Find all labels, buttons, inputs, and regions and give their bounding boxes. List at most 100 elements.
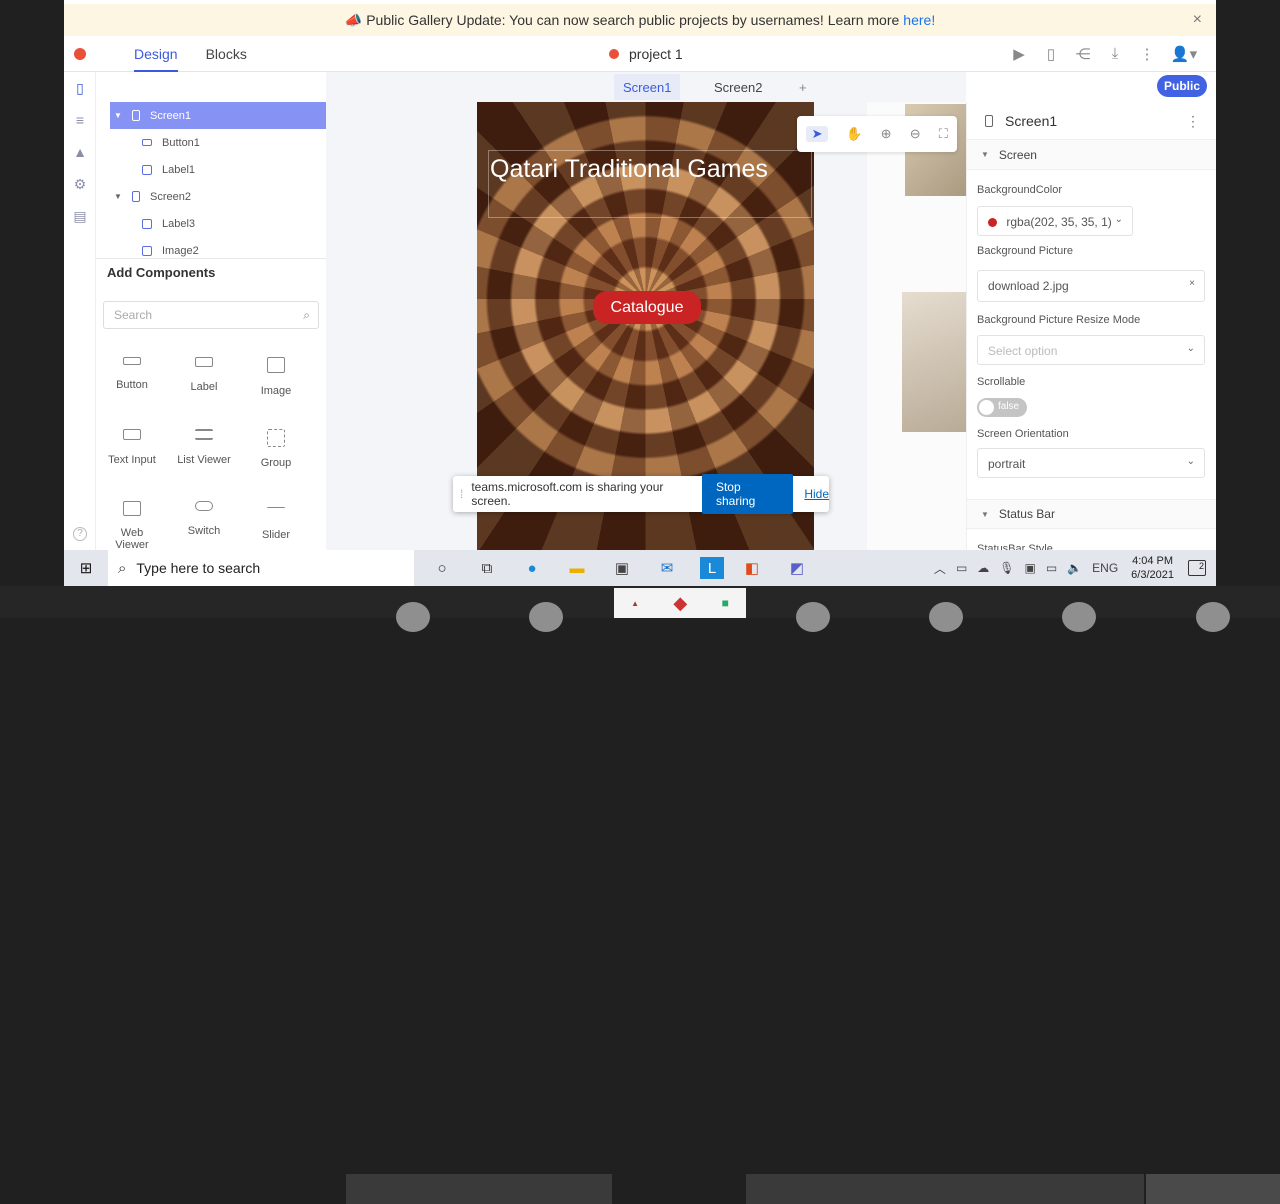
drag-handle-icon[interactable]: ⁞ [460, 487, 463, 501]
book-icon[interactable]: ▤ [64, 200, 96, 232]
background-color-select[interactable]: rgba(202, 35, 35, 1) ⌄ [977, 206, 1133, 236]
phone-icon[interactable]: ▯ [1042, 45, 1060, 63]
banner-learn-more-link[interactable]: here! [903, 12, 935, 28]
component-text-input[interactable]: Text Input [96, 429, 168, 466]
taskbar-clock[interactable]: 4:04 PM 6/3/2021 [1131, 554, 1174, 582]
onedrive-icon[interactable]: ☁ [977, 561, 989, 575]
caret-down-icon[interactable]: ▼ [114, 111, 126, 120]
teams-icon[interactable]: ◩ [780, 550, 814, 586]
label-icon [142, 164, 152, 175]
hand-icon[interactable]: ✋ [846, 126, 862, 142]
tray-app-icon[interactable]: ▣ [1025, 561, 1036, 575]
canvas-toolbar: ➤ ✋ ⊕ ⊖ ⛶ [797, 116, 957, 152]
orientation-select[interactable]: portrait ⌄ [977, 448, 1205, 478]
share-icon[interactable]: ⋲ [1074, 45, 1092, 63]
store-icon[interactable]: ▣ [605, 550, 639, 586]
zoom-in-icon[interactable]: ⊕ [881, 126, 892, 142]
school-logo: ◆ [673, 592, 688, 613]
image-icon[interactable]: ▲ [64, 136, 96, 168]
screen2-preview[interactable] [867, 102, 967, 550]
hide-link[interactable]: Hide [804, 487, 829, 501]
pointer-icon[interactable]: ➤ [806, 126, 829, 142]
gear-icon[interactable]: ⚙ [64, 168, 96, 200]
component-web-viewer[interactable]: Web Viewer [96, 501, 168, 551]
tree-item-label: Label1 [162, 163, 196, 176]
background-picture-value: download 2.jpg [988, 279, 1069, 293]
component-button[interactable]: Button [96, 357, 168, 391]
meet-now-icon[interactable]: ▭ [956, 561, 967, 575]
section-screen[interactable]: ▼ Screen [967, 140, 1216, 170]
scrollable-value: false [998, 401, 1020, 412]
tree-item-label3[interactable]: Label3 [96, 210, 326, 237]
toggle-knob [979, 400, 994, 415]
tab-blocks[interactable]: Blocks [206, 36, 247, 72]
taskbar-search[interactable]: ⌕ Type here to search [108, 550, 414, 586]
component-label: Web Viewer [115, 527, 149, 551]
fit-screen-icon[interactable]: ⛶ [939, 126, 948, 142]
tree-item-button1[interactable]: Button1 [96, 129, 326, 156]
properties-header: Screen1 [967, 102, 1216, 140]
file-explorer-icon[interactable]: ▬ [560, 550, 594, 586]
zoom-out-icon[interactable]: ⊖ [910, 126, 921, 142]
public-button[interactable]: Public [1157, 75, 1207, 97]
volume-icon[interactable]: 🔈 [1067, 561, 1082, 575]
tree-item-screen1[interactable]: ▼ Screen1 [110, 102, 326, 129]
notification-icon[interactable]: 2 [1188, 560, 1206, 576]
tree-item-image2[interactable]: Image2 [96, 237, 326, 257]
phone-icon[interactable]: ▯ [64, 72, 96, 104]
project-name: project 1 [629, 46, 683, 62]
background-picture-field[interactable]: download 2.jpg × [977, 270, 1205, 302]
language-indicator[interactable]: ENG [1092, 561, 1118, 575]
stop-sharing-button[interactable]: Stop sharing [701, 474, 794, 514]
tab-screen2[interactable]: Screen2 [705, 74, 771, 100]
clear-icon[interactable]: × [1189, 278, 1195, 289]
mic-icon[interactable]: 🎙 [999, 561, 1014, 575]
cortana-icon[interactable]: ○ [425, 550, 459, 586]
office-icon[interactable]: ◧ [735, 550, 769, 586]
scrollable-toggle[interactable]: false [977, 398, 1027, 417]
component-slider[interactable]: Slider [240, 501, 312, 541]
group-icon [267, 429, 285, 447]
text-input-icon [123, 429, 141, 440]
play-icon[interactable]: ▶ [1010, 45, 1028, 63]
help-icon[interactable]: ? [73, 527, 87, 541]
preview-image [902, 292, 967, 432]
battery-icon[interactable]: ▭ [1046, 561, 1057, 575]
database-icon[interactable]: ≡ [64, 104, 96, 136]
section-title: Screen [998, 147, 1037, 162]
school-logo: ■ [721, 596, 729, 610]
component-list-viewer[interactable]: List Viewer [168, 429, 240, 466]
taskbar-search-placeholder: Type here to search [136, 560, 261, 576]
add-screen-button[interactable]: + [790, 74, 816, 100]
slider-icon [267, 507, 285, 509]
caret-down-icon[interactable]: ▼ [114, 192, 126, 201]
download-icon[interactable]: ⤓ [1106, 45, 1124, 63]
clock-time: 4:04 PM [1132, 555, 1174, 567]
chevron-up-icon[interactable]: ︿ [934, 560, 946, 577]
resize-mode-select[interactable]: Select option ⌄ [977, 335, 1205, 365]
resize-mode-placeholder: Select option [988, 344, 1058, 358]
user-icon[interactable]: 👤▾ [1170, 45, 1198, 63]
tab-design[interactable]: Design [134, 36, 178, 72]
edge-icon[interactable]: ● [515, 550, 549, 586]
app-title-label[interactable]: Qatari Traditional Games [488, 150, 812, 218]
section-status-bar[interactable]: ▼ Status Bar [967, 499, 1216, 529]
task-view-icon[interactable]: ⧉ [470, 550, 504, 586]
tree-item-label1[interactable]: Label1 [96, 156, 326, 183]
app-l-icon[interactable]: L [700, 557, 724, 579]
more-vertical-icon[interactable]: ⋮ [1186, 113, 1200, 130]
tree-item-screen2[interactable]: ▼ Screen2 [96, 183, 326, 210]
mail-icon[interactable]: ✉ [650, 550, 684, 586]
close-icon[interactable]: × [1193, 11, 1202, 29]
windows-start-icon[interactable]: ⊞ [64, 550, 108, 586]
component-switch[interactable]: Switch [168, 501, 240, 537]
project-title[interactable]: project 1 [609, 46, 683, 62]
component-search-input[interactable]: Search ⌕ [103, 301, 319, 329]
more-vertical-icon[interactable]: ⋮ [1138, 45, 1156, 63]
tab-screen1[interactable]: Screen1 [614, 74, 681, 100]
component-label[interactable]: Label [168, 357, 240, 393]
tree-item-label: Screen2 [150, 190, 191, 203]
component-group[interactable]: Group [240, 429, 312, 469]
component-image[interactable]: Image [240, 357, 312, 397]
catalogue-button[interactable]: Catalogue [593, 291, 701, 324]
